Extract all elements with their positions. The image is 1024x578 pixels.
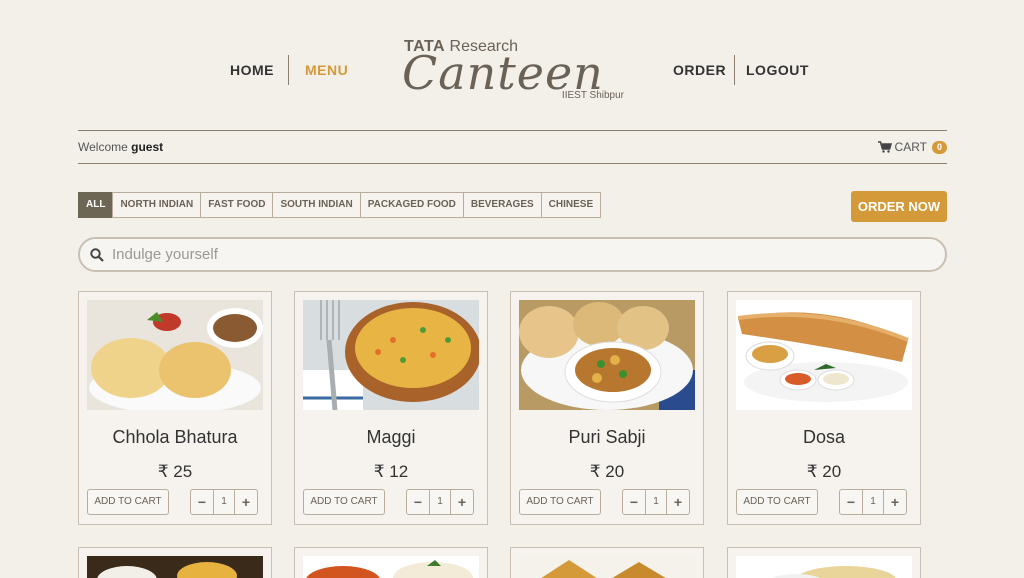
nav-home-link[interactable]: HOME	[230, 62, 274, 78]
search-bar[interactable]	[78, 237, 947, 272]
food-image	[87, 556, 263, 578]
quantity-stepper: − 1 +	[406, 489, 474, 515]
header-divider	[78, 130, 947, 131]
nav-divider	[734, 55, 735, 85]
decrement-button[interactable]: −	[191, 490, 213, 514]
decrement-button[interactable]: −	[840, 490, 862, 514]
header-divider	[78, 163, 947, 164]
welcome-text: Welcome guest	[78, 140, 164, 154]
category-north-indian[interactable]: NORTH INDIAN	[112, 192, 202, 218]
quantity-value[interactable]: 1	[213, 490, 235, 514]
nav-menu-link[interactable]: MENU	[305, 62, 348, 78]
nav-order-link[interactable]: ORDER	[673, 62, 726, 78]
add-to-cart-button[interactable]: ADD TO CART	[519, 489, 601, 515]
item-name: Dosa	[802, 427, 846, 447]
item-price: ₹ 20	[589, 462, 625, 481]
search-input[interactable]	[112, 246, 912, 263]
decrement-button[interactable]: −	[407, 490, 429, 514]
item-name: Maggi	[366, 427, 416, 447]
add-to-cart-button[interactable]: ADD TO CART	[736, 489, 818, 515]
username: guest	[131, 140, 164, 154]
menu-item-card: Puri Sabji ₹ 20 ADD TO CART − 1 +	[510, 291, 704, 525]
food-image	[87, 300, 263, 410]
food-image	[303, 300, 479, 410]
item-price: ₹ 12	[373, 462, 409, 481]
nav-logout-link[interactable]: LOGOUT	[746, 62, 809, 78]
menu-item-card	[78, 547, 272, 578]
add-to-cart-button[interactable]: ADD TO CART	[87, 489, 169, 515]
category-all[interactable]: ALL	[78, 192, 114, 218]
food-image	[303, 556, 479, 578]
category-packaged-food[interactable]: PACKAGED FOOD	[359, 192, 464, 218]
menu-item-card: Maggi ₹ 12 ADD TO CART − 1 +	[294, 291, 488, 525]
quantity-value[interactable]: 1	[429, 490, 451, 514]
cart-label: CART	[894, 140, 927, 154]
search-icon	[90, 247, 104, 262]
food-image	[519, 300, 695, 410]
increment-button[interactable]: +	[884, 490, 906, 514]
quantity-value[interactable]: 1	[645, 490, 667, 514]
category-chinese[interactable]: CHINESE	[540, 192, 602, 218]
item-name: Chhola Bhatura	[112, 427, 238, 447]
category-filter-bar: ALL NORTH INDIAN FAST FOOD SOUTH INDIAN …	[78, 192, 602, 218]
add-to-cart-button[interactable]: ADD TO CART	[303, 489, 385, 515]
food-image	[736, 556, 912, 578]
menu-item-card	[727, 547, 921, 578]
quantity-value[interactable]: 1	[862, 490, 884, 514]
shopping-cart-icon	[877, 141, 892, 153]
category-south-indian[interactable]: SOUTH INDIAN	[272, 192, 361, 218]
site-logo[interactable]: TATA Research Canteen IIEST Shibpur	[402, 36, 624, 106]
logo-subtitle: IIEST Shibpur	[561, 90, 624, 101]
quantity-stepper: − 1 +	[190, 489, 258, 515]
cart-link[interactable]: CART 0	[877, 140, 947, 154]
order-now-button[interactable]: ORDER NOW	[851, 191, 947, 222]
quantity-stepper: − 1 +	[839, 489, 907, 515]
increment-button[interactable]: +	[235, 490, 257, 514]
increment-button[interactable]: +	[451, 490, 473, 514]
cart-count-badge: 0	[932, 140, 947, 154]
category-beverages[interactable]: BEVERAGES	[462, 192, 542, 218]
menu-item-card	[510, 547, 704, 578]
menu-item-card: Chhola Bhatura ₹ 25 ADD TO CART − 1 +	[78, 291, 272, 525]
decrement-button[interactable]: −	[623, 490, 645, 514]
item-name: Puri Sabji	[568, 427, 646, 447]
menu-item-card: Dosa ₹ 20 ADD TO CART − 1 +	[727, 291, 921, 525]
nav-divider	[288, 55, 289, 85]
category-fast-food[interactable]: FAST FOOD	[200, 192, 274, 218]
menu-item-card	[294, 547, 488, 578]
food-image	[519, 556, 695, 578]
quantity-stepper: − 1 +	[622, 489, 690, 515]
food-image	[736, 300, 912, 410]
increment-button[interactable]: +	[667, 490, 689, 514]
item-price: ₹ 25	[157, 462, 193, 481]
item-price: ₹ 20	[806, 462, 842, 481]
